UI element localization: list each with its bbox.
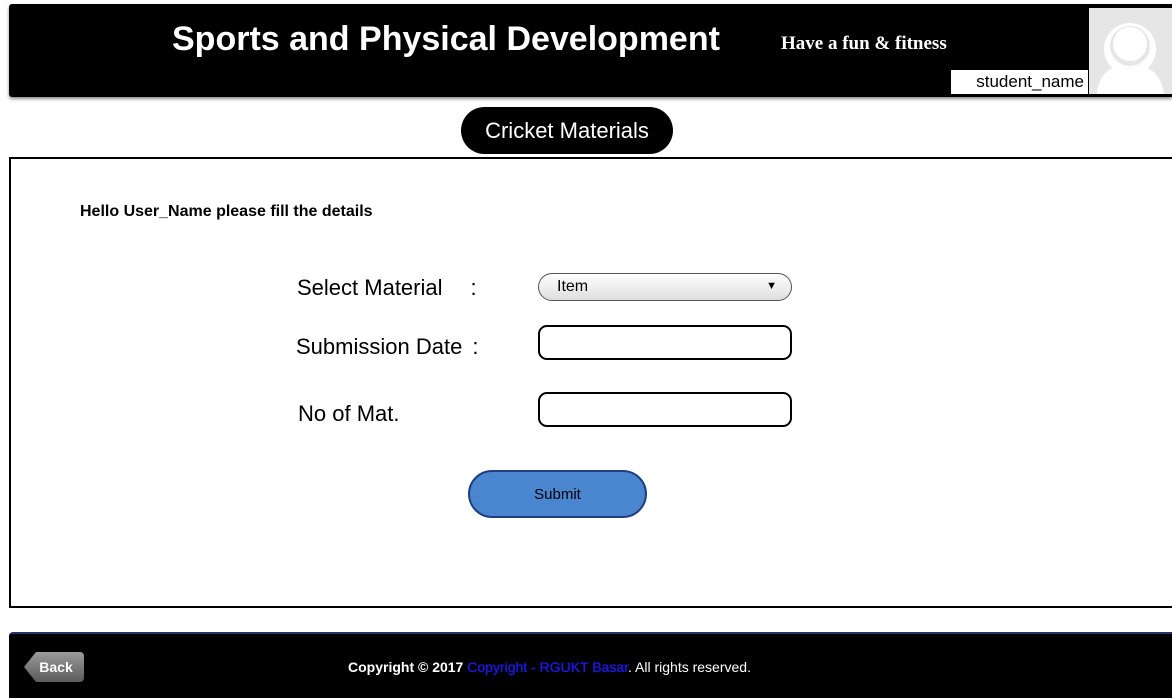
number-of-materials-label: No of Mat. xyxy=(298,401,400,426)
submit-button[interactable]: Submit xyxy=(468,470,647,518)
site-title: Sports and Physical Development xyxy=(172,20,720,58)
copyright-link[interactable]: Copyright - RGUKT Basar xyxy=(467,659,628,675)
page-heading: Cricket Materials xyxy=(461,107,673,154)
copyright-prefix: Copyright © 2017 xyxy=(348,659,464,675)
back-button[interactable]: Back xyxy=(24,652,84,682)
select-material-label: Select Material: xyxy=(297,275,477,300)
copyright-text: Copyright © 2017 Copyright - RGUKT Basar… xyxy=(348,659,751,675)
form-panel xyxy=(9,157,1172,608)
copyright-suffix: . All rights reserved. xyxy=(628,659,751,675)
submission-date-label: Submission Date: xyxy=(296,334,479,359)
material-select[interactable]: Item ▼ xyxy=(538,273,792,301)
submission-date-input[interactable] xyxy=(538,325,792,360)
avatar-silhouette-icon xyxy=(1089,8,1172,94)
material-select-value: Item xyxy=(557,278,589,295)
chevron-down-icon: ▼ xyxy=(766,280,777,292)
student-name: student_name xyxy=(951,70,1088,94)
number-of-materials-input[interactable] xyxy=(538,392,792,427)
site-tagline: Have a fun & fitness xyxy=(781,33,947,54)
user-avatar-icon[interactable] xyxy=(1089,8,1172,94)
greeting-text: Hello User_Name please fill the details xyxy=(80,203,373,220)
